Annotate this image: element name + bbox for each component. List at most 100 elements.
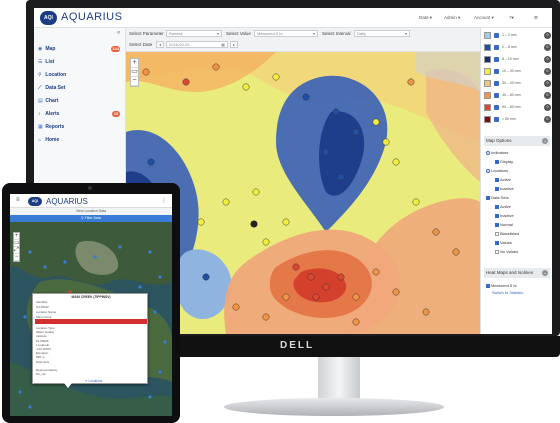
chevron-down-icon[interactable]: ⌄: [542, 138, 548, 144]
settings-gear-icon[interactable]: ⚙: [534, 15, 538, 21]
map-option-data-sets[interactable]: Data Sets: [486, 195, 509, 200]
station-marker[interactable]: [252, 188, 260, 196]
sidebar-item-home[interactable]: ⌂ Home: [38, 137, 124, 146]
station-marker[interactable]: [282, 293, 290, 301]
station-marker[interactable]: [392, 158, 400, 166]
sidebar-item-reports[interactable]: ▦ Reports: [38, 124, 124, 133]
station-marker[interactable]: [337, 173, 345, 181]
data-menu[interactable]: Data ▾: [419, 15, 432, 21]
date-input[interactable]: 2016-02-22 ▦: [166, 41, 228, 48]
tablet-station-marker[interactable]: [158, 370, 162, 374]
help-menu[interactable]: ?▾: [509, 15, 514, 21]
station-marker[interactable]: [147, 158, 155, 166]
station-marker[interactable]: [202, 273, 210, 281]
station-marker[interactable]: [422, 308, 430, 316]
tablet-station-marker[interactable]: [18, 390, 22, 394]
map-option-locations[interactable]: Locations: [486, 168, 508, 173]
sidebar-item-list[interactable]: ☰ List: [38, 59, 124, 68]
map-option-normal[interactable]: Normal: [495, 222, 513, 227]
tablet-station-marker[interactable]: [23, 315, 27, 319]
legend-row[interactable]: 2 – 8 mm 0: [484, 44, 551, 51]
map-option-indicators[interactable]: Indicators: [486, 150, 508, 155]
layers-toggle-icon[interactable]: ▭: [14, 240, 20, 247]
tablet-station-marker[interactable]: [148, 395, 152, 399]
value-select[interactable]: Measured 5 hr ▾: [254, 30, 318, 37]
switch-to-statistic-link[interactable]: Switch to Statistic: [492, 290, 523, 295]
hamburger-menu-icon[interactable]: ≡: [16, 197, 20, 203]
checkbox-checked-icon[interactable]: [494, 33, 499, 38]
station-marker[interactable]: [312, 293, 320, 301]
station-marker[interactable]: [407, 78, 415, 86]
station-marker[interactable]: [302, 93, 310, 101]
filter-data-button[interactable]: ⚲ Filter Data: [10, 215, 172, 222]
zoom-out-button[interactable]: −: [14, 254, 19, 261]
station-marker[interactable]: [452, 248, 460, 256]
station-marker[interactable]: [242, 83, 250, 91]
checkbox-checked-icon[interactable]: [494, 57, 499, 62]
station-marker[interactable]: [212, 63, 220, 71]
tablet-station-marker[interactable]: [93, 255, 97, 259]
legend-row[interactable]: 10 – 30 mm 0: [484, 68, 551, 75]
station-marker[interactable]: [392, 288, 400, 296]
parameter-select[interactable]: Rainfall ▾: [166, 30, 222, 37]
station-marker[interactable]: [282, 218, 290, 226]
station-marker[interactable]: [412, 198, 420, 206]
tablet-station-marker[interactable]: [138, 285, 142, 289]
station-marker[interactable]: [332, 108, 340, 116]
account-menu[interactable]: Account ▾: [474, 15, 494, 21]
checkbox-checked-icon[interactable]: [494, 81, 499, 86]
kebab-menu-icon[interactable]: ⋮: [161, 197, 167, 204]
legend-row[interactable]: 60 – 80 mm 0: [484, 104, 551, 111]
tablet-station-marker[interactable]: [153, 310, 157, 314]
station-marker[interactable]: [222, 198, 230, 206]
zoom-in-button[interactable]: +: [131, 59, 138, 68]
tablet-station-marker[interactable]: [43, 265, 47, 269]
checkbox-checked-icon[interactable]: [494, 93, 499, 98]
checkbox-checked-icon[interactable]: [494, 117, 499, 122]
station-marker[interactable]: [262, 238, 270, 246]
sidebar-item-map[interactable]: ◉ Map 144: [38, 46, 124, 55]
station-marker[interactable]: [337, 273, 345, 281]
tablet-station-marker[interactable]: [158, 275, 162, 279]
zoom-in-button[interactable]: +: [14, 233, 19, 240]
popup-locations-link[interactable]: ✕ Locations: [85, 379, 102, 383]
station-marker[interactable]: [197, 218, 205, 226]
station-marker[interactable]: [182, 78, 190, 86]
station-marker[interactable]: [382, 138, 390, 146]
tablet-station-marker[interactable]: [63, 260, 67, 264]
station-marker[interactable]: [272, 73, 280, 81]
tablet-station-marker[interactable]: [118, 245, 122, 249]
station-marker[interactable]: [232, 303, 240, 311]
station-marker[interactable]: [307, 273, 315, 281]
zoom-out-button[interactable]: −: [131, 77, 138, 86]
map-option-blacklisted[interactable]: Blacklisted: [495, 231, 519, 236]
station-marker[interactable]: [352, 318, 360, 326]
sidebar-item-data-set[interactable]: ⟋ Data Set: [38, 85, 124, 94]
station-marker[interactable]: [322, 148, 330, 156]
station-marker[interactable]: [372, 268, 380, 276]
tablet-station-marker[interactable]: [28, 405, 32, 409]
map-option-inactive[interactable]: Inactive: [495, 186, 514, 191]
sidebar-collapse-icon[interactable]: «: [117, 30, 120, 36]
sidebar-item-alerts[interactable]: ♪ Alerts 15: [38, 111, 124, 120]
legend-row[interactable]: 30 – 40 mm 0: [484, 80, 551, 87]
checkbox-checked-icon[interactable]: [494, 105, 499, 110]
selected-station-marker[interactable]: [250, 220, 258, 228]
station-marker[interactable]: [262, 313, 270, 321]
map-options-header[interactable]: Map Options ⌄: [484, 136, 550, 146]
legend-row[interactable]: 8 – 10 mm 0: [484, 56, 551, 63]
checkbox-checked-icon[interactable]: [494, 69, 499, 74]
admin-menu[interactable]: Admin ▾: [444, 15, 460, 21]
heat-maps-header[interactable]: Heat Maps and Isolines ⌄: [484, 268, 550, 278]
chevron-down-icon[interactable]: ⌄: [542, 270, 548, 276]
calendar-icon[interactable]: ▦: [221, 42, 225, 47]
station-marker[interactable]: [142, 68, 150, 76]
heat-map-option[interactable]: Measured 5 hr: [486, 283, 517, 288]
sidebar-item-location[interactable]: ⚲ Location: [38, 72, 124, 81]
map-option-active[interactable]: Active: [495, 177, 511, 182]
layers-toggle-icon[interactable]: ▭: [131, 68, 138, 77]
legend-row[interactable]: 1 – 2 mm 0: [484, 32, 551, 39]
station-marker[interactable]: [432, 228, 440, 236]
tablet-station-marker[interactable]: [163, 340, 167, 344]
station-marker[interactable]: [352, 293, 360, 301]
